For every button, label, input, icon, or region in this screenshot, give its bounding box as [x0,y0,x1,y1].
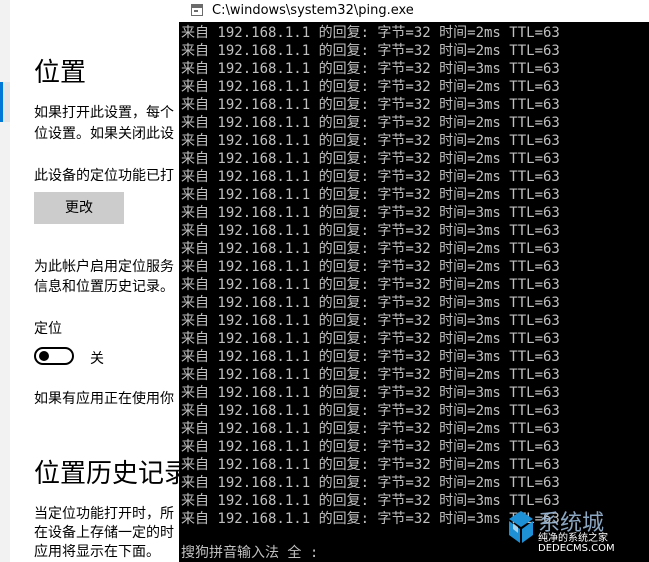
ping-console-window[interactable]: C:\windows\system32\ping.exe 来自 192.168.… [179,0,649,562]
console-output: 来自 192.168.1.1 的回复: 字节=32 时间=2ms TTL=63 来… [181,24,560,528]
toggle-state-label: 关 [90,351,104,367]
console-line: 来自 192.168.1.1 的回复: 字节=32 时间=2ms TTL=63 [181,259,560,275]
device-location-status: 此设备的定位功能已打 [34,168,174,184]
watermark-slogan: 纯净的系统之家 [538,533,608,544]
console-line: 来自 192.168.1.1 的回复: 字节=32 时间=2ms TTL=63 [181,187,560,203]
console-line: 来自 192.168.1.1 的回复: 字节=32 时间=2ms TTL=63 [181,169,560,185]
history-text-line-1: 当定位功能打开时，所 [34,506,174,522]
location-label: 定位 [34,321,62,337]
apps-using-location-note: 如果有应用正在使用你 [34,391,174,407]
watermark: 系统城 纯净的系统之家 DEDECMS.COM [500,503,649,562]
console-line: 来自 192.168.1.1 的回复: 字节=32 时间=2ms TTL=63 [181,457,560,473]
console-line: 来自 192.168.1.1 的回复: 字节=32 时间=2ms TTL=63 [181,25,560,41]
console-line: 来自 192.168.1.1 的回复: 字节=32 时间=3ms TTL=63 [181,385,560,401]
console-line: 来自 192.168.1.1 的回复: 字节=32 时间=2ms TTL=63 [181,115,560,131]
screen: 位置 如果打开此设置，每个 位设置。如果关闭此设 此设备的定位功能已打 更改 为… [0,0,649,562]
toggle-knob [39,351,49,361]
history-text-line-2: 在设备上存储一定的时 [34,525,174,541]
account-text-line-1: 为此帐户启用定位服务 [34,259,174,275]
console-line: 来自 192.168.1.1 的回复: 字节=32 时间=2ms TTL=63 [181,367,560,383]
console-line: 来自 192.168.1.1 的回复: 字节=32 时间=2ms TTL=63 [181,439,560,455]
console-line: 来自 192.168.1.1 的回复: 字节=32 时间=2ms TTL=63 [181,133,560,149]
console-title: C:\windows\system32\ping.exe [212,3,414,18]
console-line: 来自 192.168.1.1 的回复: 字节=32 时间=2ms TTL=63 [181,151,560,167]
intro-text-line-2: 位设置。如果关闭此设 [34,126,174,142]
console-line: 来自 192.168.1.1 的回复: 字节=32 时间=3ms TTL=63 [181,97,560,113]
change-button[interactable]: 更改 [34,192,124,224]
console-line: 来自 192.168.1.1 的回复: 字节=32 时间=3ms TTL=63 [181,349,560,365]
ime-status-bar: 搜狗拼音输入法 全 : [181,545,319,561]
settings-sidebar [0,0,10,562]
page-title: 位置 [34,58,87,88]
windows-logo-icon [509,511,533,543]
console-line: 来自 192.168.1.1 的回复: 字节=32 时间=3ms TTL=63 [181,61,560,77]
console-line: 来自 192.168.1.1 的回复: 字节=32 时间=2ms TTL=63 [181,331,560,347]
console-line: 来自 192.168.1.1 的回复: 字节=32 时间=2ms TTL=63 [181,79,560,95]
console-app-icon[interactable] [191,4,203,16]
account-text-line-2: 信息和位置历史记录。 [34,279,174,295]
console-line: 来自 192.168.1.1 的回复: 字节=32 时间=2ms TTL=63 [181,421,560,437]
console-line: 来自 192.168.1.1 的回复: 字节=32 时间=2ms TTL=63 [181,475,560,491]
console-line: 来自 192.168.1.1 的回复: 字节=32 时间=3ms TTL=63 [181,223,560,239]
location-toggle[interactable] [34,347,74,365]
console-line: 来自 192.168.1.1 的回复: 字节=32 时间=3ms TTL=63 [181,205,560,221]
history-text-line-3: 应用将显示在下面。 [34,544,160,560]
console-line: 来自 192.168.1.1 的回复: 字节=32 时间=2ms TTL=63 [181,277,560,293]
watermark-domain: DEDECMS.COM [538,543,615,554]
location-history-title: 位置历史记录 [34,459,191,489]
sidebar-selected-item[interactable] [0,82,10,122]
console-line: 来自 192.168.1.1 的回复: 字节=32 时间=2ms TTL=63 [181,241,560,257]
intro-text-line-1: 如果打开此设置，每个 [34,105,174,121]
console-titlebar[interactable]: C:\windows\system32\ping.exe [179,0,649,22]
console-line: 来自 192.168.1.1 的回复: 字节=32 时间=3ms TTL=63 [181,295,560,311]
console-line: 来自 192.168.1.1 的回复: 字节=32 时间=3ms TTL=63 [181,313,560,329]
console-line: 来自 192.168.1.1 的回复: 字节=32 时间=2ms TTL=63 [181,403,560,419]
console-line: 来自 192.168.1.1 的回复: 字节=32 时间=2ms TTL=63 [181,43,560,59]
